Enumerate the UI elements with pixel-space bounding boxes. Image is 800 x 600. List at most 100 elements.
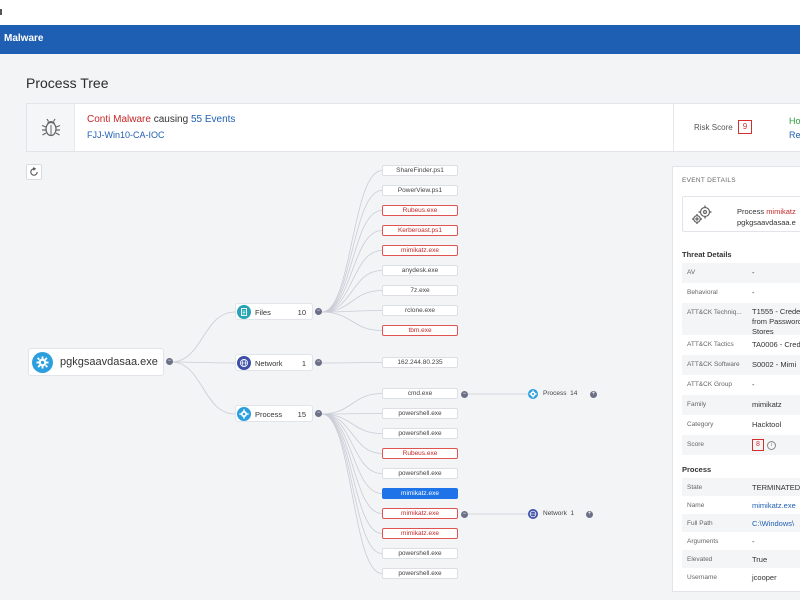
detail-key: ATT&CK Software (687, 361, 740, 368)
file-leaf-node[interactable]: anydesk.exe (382, 265, 458, 276)
root-process-node[interactable]: pgkgsaavdasaa.exe (28, 348, 164, 376)
category-process-count: 15 (297, 410, 306, 419)
sub-network-expand-toggle[interactable]: + (586, 511, 593, 518)
detail-key: ATT&CK Techniq... (687, 309, 742, 316)
detail-value: - (752, 288, 755, 297)
network-globe-icon (528, 509, 538, 519)
detail-value: - (752, 537, 755, 546)
file-leaf-node[interactable]: 7z.exe (382, 285, 458, 296)
detail-row: Full Path C:\Windows\ (682, 514, 800, 532)
tree-edge (321, 413, 383, 494)
event-process-name: mimikatz (766, 207, 796, 216)
detail-row: Elevated True (682, 550, 800, 568)
detail-value: TERMINATED (752, 483, 800, 492)
tree-edge (321, 362, 383, 364)
category-process-node[interactable]: Process 15 (235, 405, 313, 422)
event-details-panel: EVENT DETAILS Process mimikatz pgkgsaavd… (672, 166, 800, 592)
tree-edge (321, 311, 383, 331)
detail-key: Score (687, 441, 704, 448)
tree-edge (321, 413, 383, 574)
detail-row: Behavioral - (682, 283, 800, 303)
detail-row: Score 8 i (682, 435, 800, 455)
file-leaf-node[interactable]: Rubeus.exe (382, 205, 458, 216)
process-leaf-node[interactable]: powershell.exe (382, 468, 458, 479)
category-process-label: Process (255, 410, 283, 419)
detail-value: - (752, 380, 755, 389)
detail-key: ATT&CK Tactics (687, 341, 734, 348)
detail-row: ATT&CK Software S0002 - Mimi (682, 355, 800, 375)
detail-value: TA0006 - Cred (752, 340, 800, 349)
detail-value: - (752, 268, 755, 277)
process-leaf-node[interactable]: powershell.exe (382, 428, 458, 439)
detail-value: jcooper (752, 573, 777, 582)
process-leaf-node[interactable]: powershell.exe (382, 568, 458, 579)
process-leaf-node[interactable]: mimikatz.exe (382, 528, 458, 539)
files-collapse-toggle[interactable]: − (315, 308, 322, 315)
gear-icon (237, 407, 251, 421)
process-leaf-node[interactable]: powershell.exe (382, 548, 458, 559)
detail-value: S0002 - Mimi (752, 360, 797, 369)
process-leaf-node[interactable]: mimikatz.exe (382, 508, 458, 519)
tree-edge (321, 190, 383, 313)
file-leaf-node[interactable]: rclone.exe (382, 305, 458, 316)
detail-key: Category (687, 421, 714, 428)
detail-row: Arguments - (682, 532, 800, 550)
event-title: Process mimikatz (737, 207, 796, 216)
file-leaf-node[interactable]: Kerberoast.ps1 (382, 225, 458, 236)
tree-edge (321, 210, 383, 313)
process-section-title: Process (682, 465, 712, 474)
threat-details-title: Threat Details (682, 250, 732, 259)
detail-key: State (687, 484, 703, 491)
detail-key: Family (687, 401, 707, 408)
category-files-count: 10 (297, 308, 306, 317)
detail-key: Behavioral (687, 289, 718, 296)
process-leaf-node[interactable]: Rubeus.exe (382, 448, 458, 459)
tree-edge (170, 361, 236, 415)
category-network-count: 1 (301, 359, 306, 368)
tree-edge (321, 413, 383, 534)
file-leaf-node[interactable]: tbm.exe (382, 325, 458, 336)
info-icon[interactable]: i (767, 440, 776, 450)
tree-edge (321, 250, 383, 313)
detail-value: True (752, 555, 768, 564)
detail-value-link[interactable]: C:\Windows\ (752, 519, 794, 528)
network-collapse-toggle[interactable]: − (315, 359, 322, 366)
tree-edge (170, 361, 236, 364)
category-network-node[interactable]: Network 1 (235, 354, 313, 371)
process-leaf-node[interactable]: cmd.exe (382, 388, 458, 399)
root-collapse-toggle[interactable]: − (166, 358, 173, 365)
detail-key: Name (687, 502, 705, 509)
detail-row: ATT&CK Techniq... T1555 - Credentials fro… (682, 303, 800, 336)
detail-value-link[interactable]: mimikatz.exe (752, 501, 796, 510)
event-summary-card[interactable]: Process mimikatz pgkgsaavdasaa.e (682, 196, 800, 232)
detail-key: AV (687, 269, 696, 276)
threat-score-badge: 8 (752, 439, 764, 451)
detail-key: Username (687, 574, 717, 581)
sub-process-expand-toggle[interactable]: + (590, 391, 597, 398)
file-leaf-node[interactable]: mimikatz.exe (382, 245, 458, 256)
sub-process-label: Process 14 (543, 390, 578, 397)
category-network-label: Network (255, 359, 283, 368)
file-leaf-node[interactable]: ShareFinder.ps1 (382, 165, 458, 176)
network-leaf-node[interactable]: 162.244.80.235 (382, 357, 458, 368)
detail-row: AV - (682, 263, 800, 283)
detail-row: State TERMINATED (682, 478, 800, 496)
process-collapse-toggle[interactable]: − (315, 410, 322, 417)
detail-value: Hacktool (752, 420, 782, 429)
cmd-collapse-toggle[interactable]: − (461, 391, 468, 398)
tree-edge (321, 393, 383, 415)
event-details-header: EVENT DETAILS (682, 177, 736, 184)
category-files-node[interactable]: Files 10 (235, 303, 313, 320)
root-process-label: pgkgsaavdasaa.exe (60, 356, 158, 368)
file-leaf-node[interactable]: PowerView.ps1 (382, 185, 458, 196)
detail-row: ATT&CK Tactics TA0006 - Cred (682, 335, 800, 355)
network-globe-icon (237, 356, 251, 370)
detail-value: T1555 - Credentials from Password Stores (752, 307, 800, 336)
mimikatz-collapse-toggle[interactable]: − (461, 511, 468, 518)
detail-key: ATT&CK Group (687, 381, 733, 388)
process-leaf-node[interactable]: mimikatz.exe (382, 488, 458, 499)
detail-row: Name mimikatz.exe (682, 496, 800, 514)
process-leaf-node[interactable]: powershell.exe (382, 408, 458, 419)
sub-network-label: Network 1 (543, 510, 575, 517)
tree-edge (170, 311, 236, 363)
